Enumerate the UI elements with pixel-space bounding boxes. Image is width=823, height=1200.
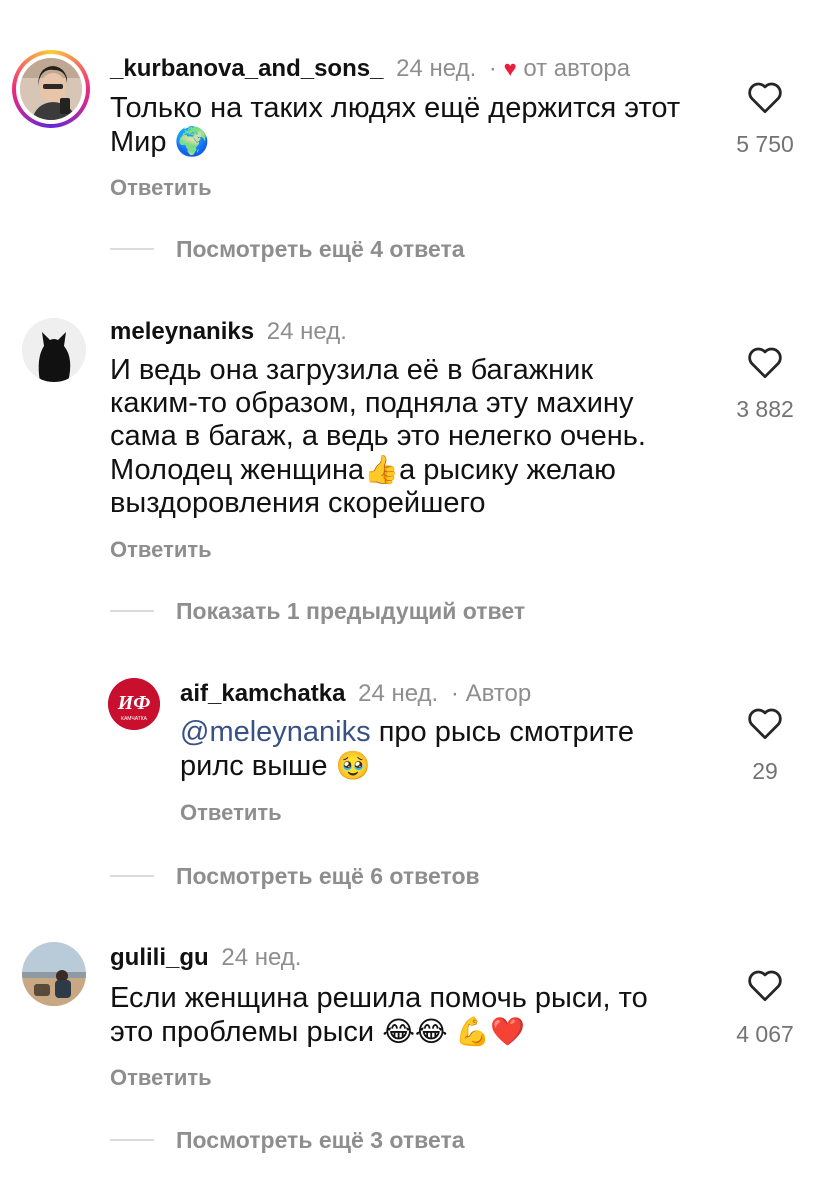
thread-divider — [110, 248, 154, 250]
timestamp: 24 нед. — [396, 55, 477, 82]
timestamp: 24 нед. — [358, 680, 439, 707]
comment-fragment: Молодец женщина — [110, 454, 365, 486]
separator: · — [450, 680, 459, 707]
username[interactable]: _kurbanova_and_sons_ — [110, 55, 383, 82]
thread-divider — [110, 875, 154, 877]
heart-outline-icon[interactable] — [746, 345, 784, 379]
comment-meta: meleynaniks 24 нед. — [110, 318, 347, 346]
comment-line: рилс выше 🥹 — [180, 749, 700, 783]
reply-button[interactable]: Ответить — [110, 1065, 212, 1091]
heart-filled-icon: ♥ — [503, 56, 517, 81]
comment-line: Если женщина решила помочь рыси, то — [110, 982, 648, 1014]
thumbs-up-emoji: 👍 — [364, 454, 400, 485]
thread-divider — [110, 610, 154, 612]
heart-outline-icon[interactable] — [746, 80, 784, 114]
like-count: 4 067 — [736, 1021, 794, 1047]
globe-emoji: 🌍 — [174, 126, 210, 157]
reply-button[interactable]: Ответить — [180, 800, 282, 826]
avatar-meleynaniks[interactable] — [22, 318, 86, 382]
comment-line: Молодец женщина👍а рысику желаю — [110, 453, 710, 487]
like-count: 3 882 — [736, 396, 794, 422]
like-count: 29 — [752, 758, 778, 784]
heart-outline-icon[interactable] — [746, 968, 784, 1002]
svg-text:ИФ: ИФ — [117, 692, 151, 714]
comment-line: каким-то образом, подняла эту махину — [110, 387, 634, 419]
comment-fragment: рилс выше — [180, 750, 328, 782]
author-badge: Автор — [465, 680, 532, 707]
laugh-muscle-heart-emojis: 😂😂 💪❤️ — [382, 1016, 526, 1047]
username[interactable]: gulili_gu — [110, 944, 209, 971]
thread-divider — [110, 1139, 154, 1141]
view-replies-link[interactable]: Посмотреть ещё 4 ответа — [176, 236, 465, 263]
like-count: 5 750 — [736, 131, 794, 157]
avatar-gulili-gu[interactable] — [22, 942, 86, 1006]
comment-text: Если женщина решила помочь рыси, то это … — [110, 982, 710, 1049]
comment-line: выздоровления скорейшего — [110, 487, 486, 519]
liked-by-author-label: от автора — [523, 55, 631, 82]
timestamp: 24 нед. — [221, 944, 302, 971]
avatar-photo — [22, 318, 86, 382]
comment-line: это проблемы рыси 😂😂 💪❤️ — [110, 1015, 710, 1049]
svg-text:КАМЧАТКА: КАМЧАТКА — [121, 716, 148, 722]
comment-line: И ведь она загрузила её в багажник — [110, 354, 594, 386]
heart-outline-icon[interactable] — [746, 706, 784, 740]
pleading-face-emoji: 🥹 — [335, 750, 371, 781]
comment-text: И ведь она загрузила её в багажник каким… — [110, 354, 710, 520]
comment-meta: aif_kamchatka 24 нед. · Автор — [180, 680, 531, 708]
show-previous-reply-link[interactable]: Показать 1 предыдущий ответ — [176, 598, 525, 625]
comment-line: сама в багаж, а ведь это нелегко очень. — [110, 420, 646, 452]
comment-fragment: это проблемы рыси — [110, 1016, 375, 1048]
avatar-aif-kamchatka[interactable]: ИФ КАМЧАТКА — [108, 678, 160, 730]
comment-line: @meleynaniks про рысь смотрите — [180, 716, 700, 749]
mention-link[interactable]: @meleynaniks — [180, 716, 371, 748]
comment-meta: _kurbanova_and_sons_ 24 нед. · ♥ от авто… — [110, 55, 630, 83]
comment-text: Только на таких людях ещё держится этот … — [110, 92, 710, 159]
comment-text: @meleynaniks про рысь смотрите рилс выше… — [180, 716, 700, 783]
reply-button[interactable]: Ответить — [110, 537, 212, 563]
avatar-photo — [20, 58, 82, 120]
comment-meta: gulili_gu 24 нед. — [110, 944, 301, 972]
avatar-kurbanova[interactable] — [12, 50, 90, 128]
reply-button[interactable]: Ответить — [110, 175, 212, 201]
comment-fragment: про рысь смотрите — [378, 716, 634, 748]
view-replies-link[interactable]: Посмотреть ещё 6 ответов — [176, 863, 480, 890]
avatar-photo — [22, 942, 86, 1006]
username[interactable]: aif_kamchatka — [180, 680, 345, 707]
separator: · — [488, 55, 497, 82]
view-replies-link[interactable]: Посмотреть ещё 3 ответа — [176, 1127, 465, 1154]
username[interactable]: meleynaniks — [110, 318, 254, 345]
comment-fragment: а рысику желаю — [399, 454, 616, 486]
aif-logo: ИФ КАМЧАТКА — [108, 678, 160, 730]
timestamp: 24 нед. — [266, 318, 347, 345]
